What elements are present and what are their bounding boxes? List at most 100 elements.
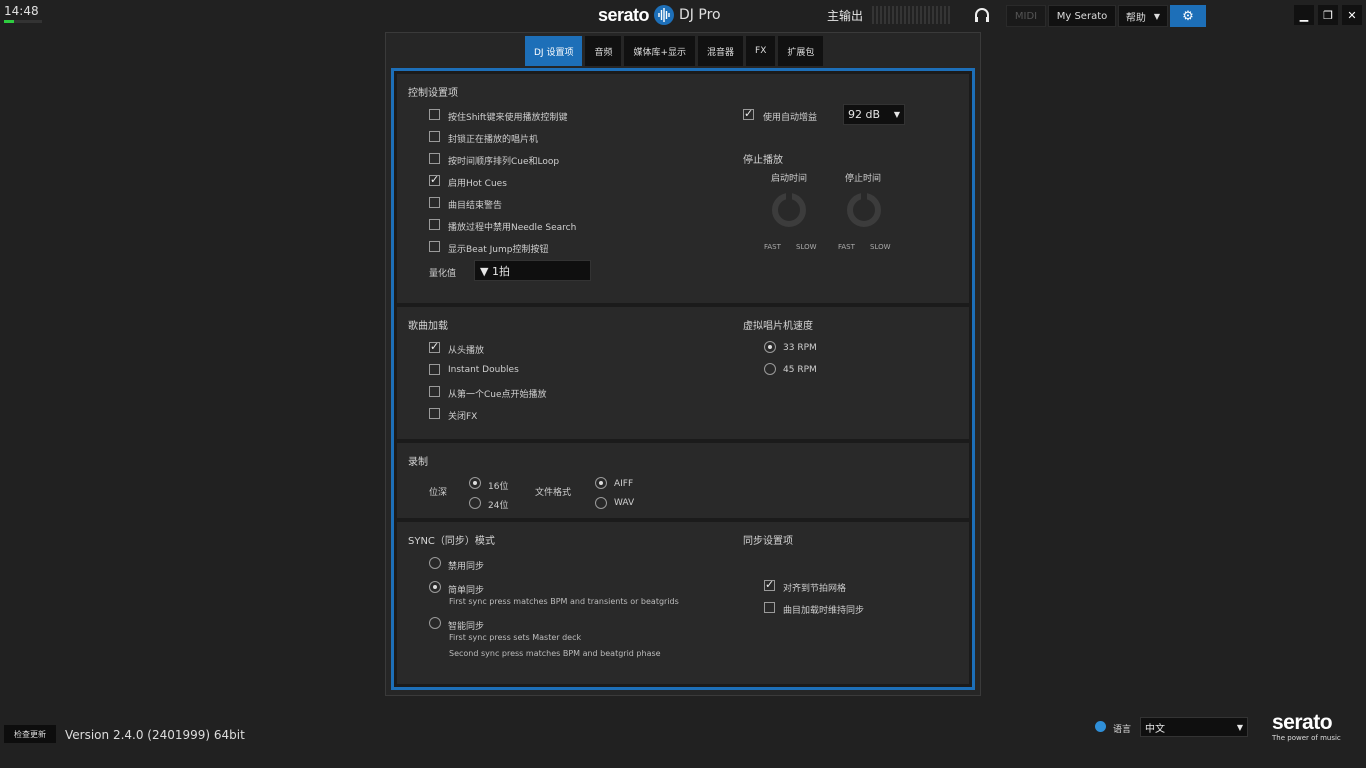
radio-label: AIFF (614, 479, 634, 489)
start-time-label: 启动时间 (771, 174, 808, 184)
sync-settings-title: 同步设置项 (743, 536, 793, 547)
auto-gain-value: 92 dB (848, 108, 881, 121)
checkbox-play-from-first-cue[interactable] (429, 386, 440, 397)
globe-icon (1095, 721, 1106, 732)
checkbox-auto-gain[interactable] (743, 107, 754, 120)
smart-sync-description-2: Second sync press matches BPM and beatgr… (449, 649, 661, 658)
tab-dj-settings[interactable]: DJ 设置项 (525, 36, 583, 66)
sync-section: SYNC（同步）模式 禁用同步 简单同步 First sync press ma… (397, 522, 969, 684)
product-name: DJ Pro (679, 7, 721, 23)
checkbox-label: Instant Doubles (448, 365, 519, 375)
radio-45-rpm[interactable] (764, 363, 776, 375)
checkbox-label: 按住Shift键来使用播放控制键 (448, 113, 568, 123)
radio-16-bit[interactable] (469, 477, 481, 489)
checkbox-beat-jump[interactable] (429, 241, 440, 252)
checkbox-play-from-start[interactable] (429, 340, 440, 353)
checkbox-sort-cues[interactable] (429, 153, 440, 164)
auto-gain-label: 使用自动增益 (763, 113, 818, 123)
tab-library-display[interactable]: 媒体库+显示 (624, 36, 696, 66)
language-dropdown[interactable]: 中文 ▼ (1140, 717, 1248, 737)
quantize-dropdown[interactable]: ▼ 1拍 (474, 260, 591, 281)
stop-playback-title: 停止播放 (743, 155, 783, 166)
checkbox-hot-cues[interactable] (429, 173, 440, 186)
chevron-down-icon: ▼ (1153, 11, 1161, 21)
song-loading-section: 歌曲加载 从头播放 Instant Doubles 从第一个Cue点开始播放 关… (397, 307, 969, 439)
auto-gain-dropdown[interactable]: 92 dB ▼ (843, 104, 905, 125)
checkbox-label: 对齐到节拍网格 (783, 584, 847, 594)
checkbox-label: 播放过程中禁用Needle Search (448, 223, 577, 233)
chevron-down-icon: ▼ (893, 110, 900, 119)
clock: 14:48 (4, 4, 39, 18)
radio-label: 简单同步 (448, 586, 485, 596)
settings-button[interactable]: ⚙ (1170, 5, 1206, 27)
stop-time-knob[interactable] (847, 191, 881, 227)
tab-fx[interactable]: FX (746, 36, 776, 66)
radio-label: 24位 (488, 501, 509, 511)
simple-sync-description: First sync press matches BPM and transie… (449, 597, 679, 606)
headphone-icon[interactable] (973, 6, 991, 24)
tab-expansion-packs[interactable]: 扩展包 (778, 36, 824, 66)
serato-logo: serato DJ Pro (598, 4, 721, 26)
radio-label: 智能同步 (448, 622, 485, 632)
master-output-label: 主输出 (827, 9, 864, 23)
help-dropdown[interactable]: 帮助 ▼ (1118, 5, 1168, 27)
help-label: 帮助 (1125, 12, 1146, 24)
start-slow-label: SLOW (796, 243, 817, 251)
checkbox-label: 关闭FX (448, 412, 478, 422)
section-title: SYNC（同步）模式 (408, 536, 495, 547)
checkbox-track-end-warning[interactable] (429, 197, 440, 208)
start-fast-label: FAST (764, 243, 781, 251)
bit-depth-label: 位深 (429, 488, 448, 498)
start-time-knob[interactable] (772, 191, 806, 227)
radio-24-bit[interactable] (469, 497, 481, 509)
radio-wav[interactable] (595, 497, 607, 509)
radio-disable-sync[interactable] (429, 557, 441, 569)
checkbox-label: 启用Hot Cues (448, 179, 507, 189)
section-title: 控制设置项 (408, 88, 458, 99)
minimize-icon: ▁ (1299, 8, 1309, 22)
checkbox-disable-needle-search[interactable] (429, 219, 440, 230)
language-value: 中文 (1145, 723, 1165, 735)
cpu-meter (4, 20, 42, 23)
gear-icon: ⚙ (1182, 8, 1194, 24)
checkbox-snap-to-beatgrid[interactable] (764, 578, 775, 591)
radio-label: 16位 (488, 482, 509, 492)
settings-frame: 控制设置项 按住Shift键来使用播放控制键 封锁正在播放的唱片机 按时间顺序排… (391, 68, 975, 690)
checkbox-shift-play[interactable] (429, 109, 440, 120)
setup-tabs: DJ 设置项 音频 媒体库+显示 混音器 FX 扩展包 (525, 36, 824, 66)
radio-label: WAV (614, 498, 635, 508)
smart-sync-description-1: First sync press sets Master deck (449, 633, 582, 642)
radio-label: 45 RPM (783, 365, 817, 375)
checkbox-instant-doubles[interactable] (429, 364, 440, 375)
brand-name: serato (598, 4, 650, 25)
file-format-label: 文件格式 (535, 488, 572, 498)
radio-simple-sync[interactable] (429, 581, 441, 593)
minimize-button[interactable]: ▁ (1294, 5, 1314, 25)
checkbox-label: 显示Beat Jump控制按钮 (448, 245, 549, 255)
tab-audio[interactable]: 音频 (585, 36, 622, 66)
control-settings-section: 控制设置项 按住Shift键来使用播放控制键 封锁正在播放的唱片机 按时间顺序排… (397, 74, 969, 303)
tab-mixer[interactable]: 混音器 (698, 36, 744, 66)
quantize-label: 量化值 (429, 269, 457, 279)
stop-fast-label: FAST (838, 243, 855, 251)
radio-label: 33 RPM (783, 343, 817, 353)
restore-icon: ❐ (1323, 8, 1333, 22)
check-updates-button[interactable]: 检查更新 (4, 725, 56, 743)
radio-smart-sync[interactable] (429, 617, 441, 629)
close-icon: ✕ (1347, 8, 1357, 22)
section-title: 录制 (408, 457, 428, 468)
serato-brand-logo: serato The power of music (1272, 711, 1341, 743)
checkbox-keep-sync-on-load[interactable] (764, 602, 775, 613)
checkbox-turn-off-fx[interactable] (429, 408, 440, 419)
my-serato-button[interactable]: My Serato (1048, 5, 1116, 27)
close-button[interactable]: ✕ (1342, 5, 1362, 25)
brand-name: serato (1272, 711, 1333, 734)
midi-button[interactable]: MIDI (1006, 5, 1046, 27)
checkbox-label: 从头播放 (448, 346, 485, 356)
radio-33-rpm[interactable] (764, 341, 776, 353)
radio-aiff[interactable] (595, 477, 607, 489)
checkbox-lock-playing-deck[interactable] (429, 131, 440, 142)
restore-button[interactable]: ❐ (1318, 5, 1338, 25)
language-label: 语言 (1113, 725, 1132, 735)
section-title: 歌曲加载 (408, 321, 448, 332)
